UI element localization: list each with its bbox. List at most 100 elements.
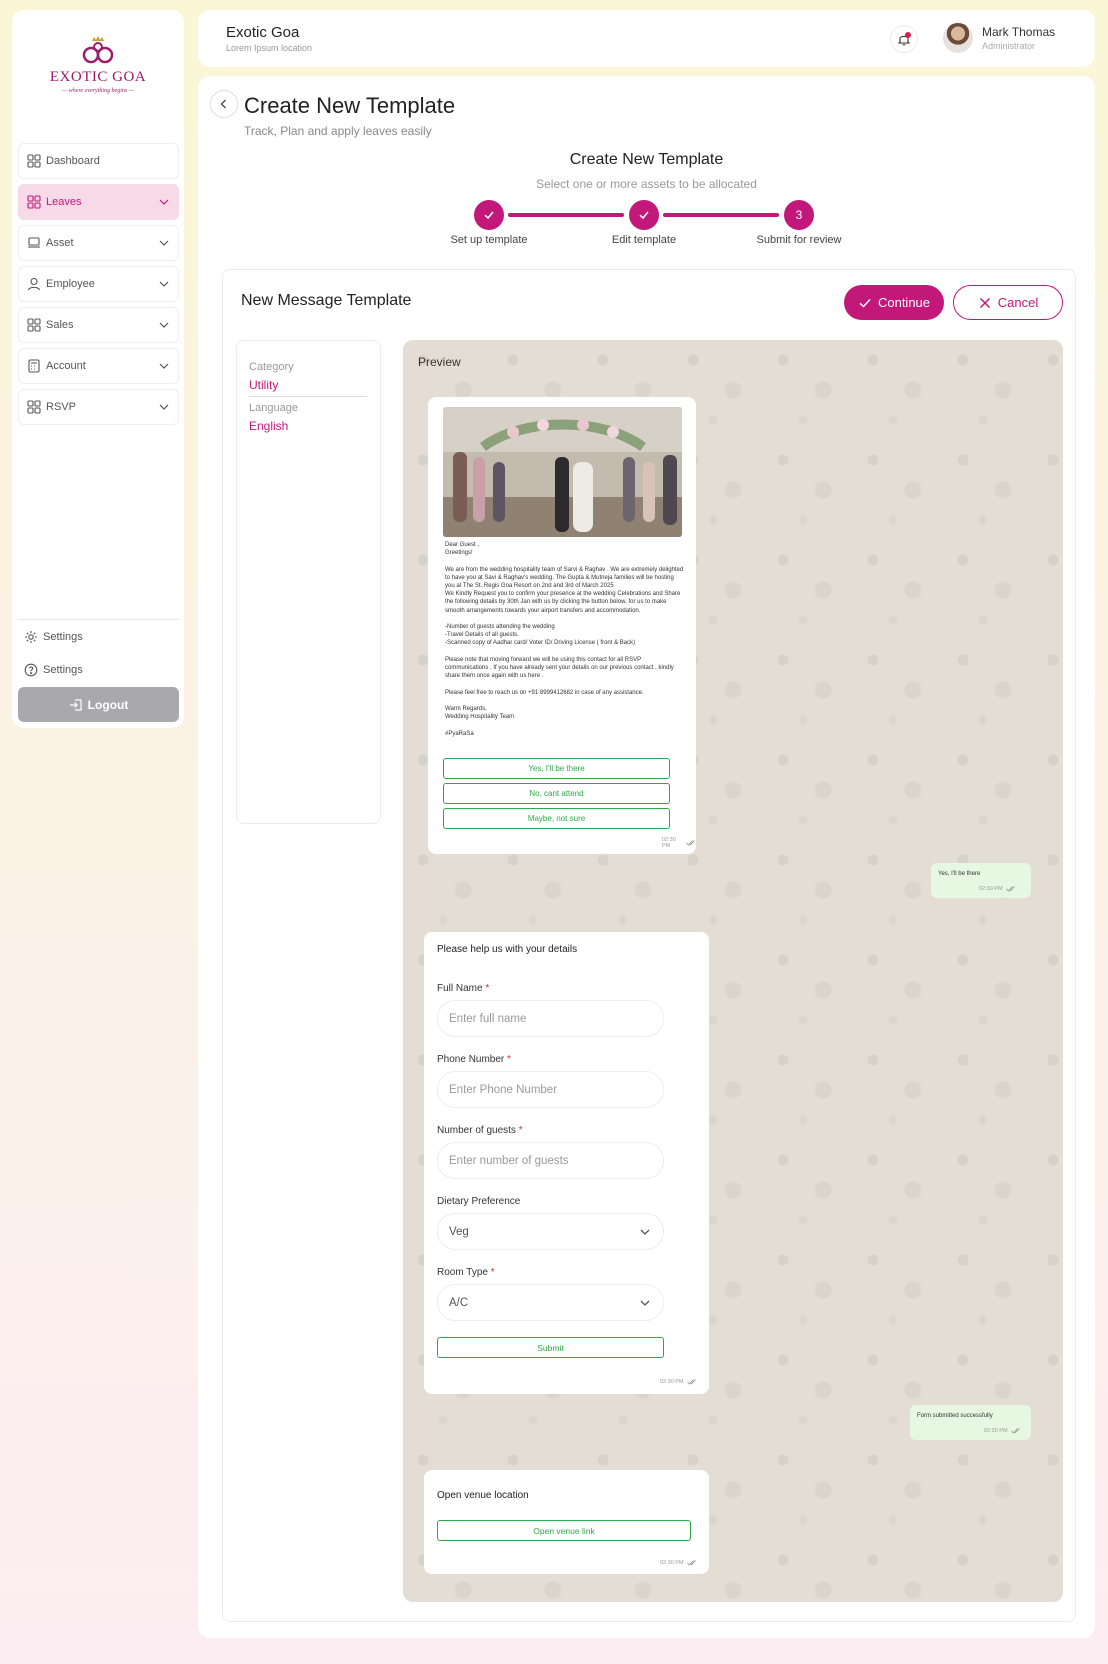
- close-icon: [978, 296, 992, 310]
- message-body: Dear Guest , Greetings! We are from the …: [445, 542, 684, 737]
- required-mark: *: [507, 1054, 511, 1065]
- step-connector: [663, 213, 779, 217]
- sidebar-item-label: Asset: [46, 237, 74, 249]
- check-icon: [858, 296, 872, 310]
- grid-icon: [27, 400, 41, 414]
- full-name-label: Full Name *: [437, 983, 490, 994]
- sidebar-item-label: Dashboard: [46, 155, 100, 167]
- room-type-select[interactable]: A/C: [437, 1284, 664, 1321]
- brand-logo[interactable]: EXOTIC GOA — where everything begins —: [12, 36, 184, 94]
- user-role: Administrator: [982, 41, 1036, 51]
- dietary-select[interactable]: Veg: [437, 1213, 664, 1250]
- reply-time-text: 02:30 PM: [979, 886, 1003, 892]
- double-check-icon: [1010, 1427, 1021, 1435]
- sidebar-item-account[interactable]: Account: [18, 348, 179, 384]
- venue-bubble: Open venue location Open venue link 02:3…: [424, 1470, 709, 1574]
- avatar[interactable]: [943, 23, 973, 53]
- quick-reply-no[interactable]: No, cant attend: [443, 783, 670, 804]
- template-meta-panel: Category Utility Language English: [236, 340, 381, 824]
- chevron-left-icon: [218, 98, 230, 110]
- step-3-indicator: 3: [784, 200, 814, 230]
- sidebar-item-label: Sales: [46, 319, 74, 331]
- page-title: Create New Template: [244, 93, 456, 118]
- chevron-down-icon: [158, 237, 170, 249]
- org-name: Exotic Goa: [226, 24, 300, 41]
- chevron-down-icon: [158, 401, 170, 413]
- form-submit-button[interactable]: Submit: [437, 1337, 664, 1358]
- outgoing-reply-text: Yes, I'll be there: [938, 871, 981, 877]
- step-2-indicator: [629, 200, 659, 230]
- category-label: Category: [249, 361, 294, 373]
- outgoing-reply-bubble: Form submitted successfully 02:30 PM: [910, 1405, 1031, 1440]
- dietary-value: Veg: [449, 1225, 469, 1238]
- logo-tagline: — where everything begins —: [61, 88, 135, 94]
- form-title: Please help us with your details: [437, 944, 578, 955]
- sidebar-item-asset[interactable]: Asset: [18, 225, 179, 261]
- double-check-icon: [686, 1378, 697, 1386]
- reply-time: 02:30 PM: [984, 1427, 1021, 1435]
- venue-time-text: 02:30 PM: [660, 1560, 684, 1566]
- grid-icon: [27, 318, 41, 332]
- quick-reply-yes[interactable]: Yes, I'll be there: [443, 758, 670, 779]
- stepper-title: Create New Template: [569, 151, 724, 168]
- sidebar-nav: Dashboard Leaves Asset Employee Sales Ac…: [18, 143, 179, 430]
- cancel-button[interactable]: Cancel: [953, 285, 1063, 320]
- step-1-indicator: [474, 200, 504, 230]
- quick-reply-maybe[interactable]: Maybe, not sure: [443, 808, 670, 829]
- chevron-down-icon: [158, 278, 170, 290]
- language-value: English: [249, 419, 289, 433]
- sidebar-settings[interactable]: Settings: [24, 630, 83, 644]
- chevron-down-icon: [158, 360, 170, 372]
- full-name-input[interactable]: Enter full name: [437, 1000, 664, 1037]
- sidebar-item-label: Account: [46, 360, 86, 372]
- guests-label: Number of guests *: [437, 1125, 523, 1136]
- template-card: New Message Template Continue Cancel Cat…: [222, 269, 1076, 1622]
- message-time: 02:30 PM: [662, 837, 696, 849]
- reply-time-text: 02:30 PM: [984, 1428, 1008, 1434]
- sidebar-item-leaves[interactable]: Leaves: [18, 184, 179, 220]
- chevron-down-icon: [638, 1225, 652, 1239]
- room-type-value: A/C: [449, 1296, 469, 1309]
- sidebar-item-sales[interactable]: Sales: [18, 307, 179, 343]
- form-bubble: Please help us with your details Full Na…: [424, 932, 709, 1394]
- step-1-label: Set up template: [450, 234, 528, 246]
- sidebar-item-dashboard[interactable]: Dashboard: [18, 143, 179, 179]
- page-subtitle: Track, Plan and apply leaves easily: [244, 124, 432, 138]
- room-type-label: Room Type *: [437, 1267, 495, 1278]
- notification-button[interactable]: [890, 25, 918, 53]
- chevron-down-icon: [158, 319, 170, 331]
- chevron-down-icon: [158, 196, 170, 208]
- step-2-label: Edit template: [611, 234, 677, 246]
- user-name[interactable]: Mark Thomas: [982, 25, 1055, 39]
- check-icon: [638, 209, 650, 221]
- guests-input[interactable]: Enter number of guests: [437, 1142, 664, 1179]
- continue-button[interactable]: Continue: [844, 285, 944, 320]
- form-time: 02:30 PM: [660, 1378, 697, 1386]
- sidebar-item-rsvp[interactable]: RSVP: [18, 389, 179, 425]
- back-button[interactable]: [210, 90, 238, 118]
- template-title: New Message Template: [241, 292, 412, 309]
- required-mark: *: [490, 1267, 495, 1278]
- user-icon: [27, 277, 41, 291]
- sidebar: EXOTIC GOA — where everything begins — D…: [12, 10, 184, 728]
- chevron-down-icon: [638, 1296, 652, 1310]
- message-bubble: Dear Guest , Greetings! We are from the …: [428, 397, 696, 854]
- open-venue-button[interactable]: Open venue link: [437, 1520, 691, 1541]
- message-time-text: 02:30 PM: [662, 837, 676, 849]
- sidebar-help[interactable]: Settings: [24, 663, 83, 677]
- meta-divider: [249, 396, 367, 397]
- phone-input[interactable]: Enter Phone Number: [437, 1071, 664, 1108]
- laptop-icon: [27, 236, 41, 250]
- logout-button[interactable]: Logout: [18, 687, 179, 722]
- double-check-icon: [686, 839, 696, 847]
- logo-mark-icon: [82, 36, 114, 64]
- help-label: Settings: [43, 664, 83, 676]
- category-value: Utility: [249, 378, 279, 392]
- help-icon: [24, 663, 38, 677]
- grid-icon: [27, 154, 41, 168]
- sidebar-item-employee[interactable]: Employee: [18, 266, 179, 302]
- sidebar-divider: [18, 619, 179, 620]
- stepper-subtitle: Select one or more assets to be allocate…: [536, 177, 757, 191]
- phone-label: Phone Number *: [437, 1054, 511, 1065]
- check-icon: [483, 209, 495, 221]
